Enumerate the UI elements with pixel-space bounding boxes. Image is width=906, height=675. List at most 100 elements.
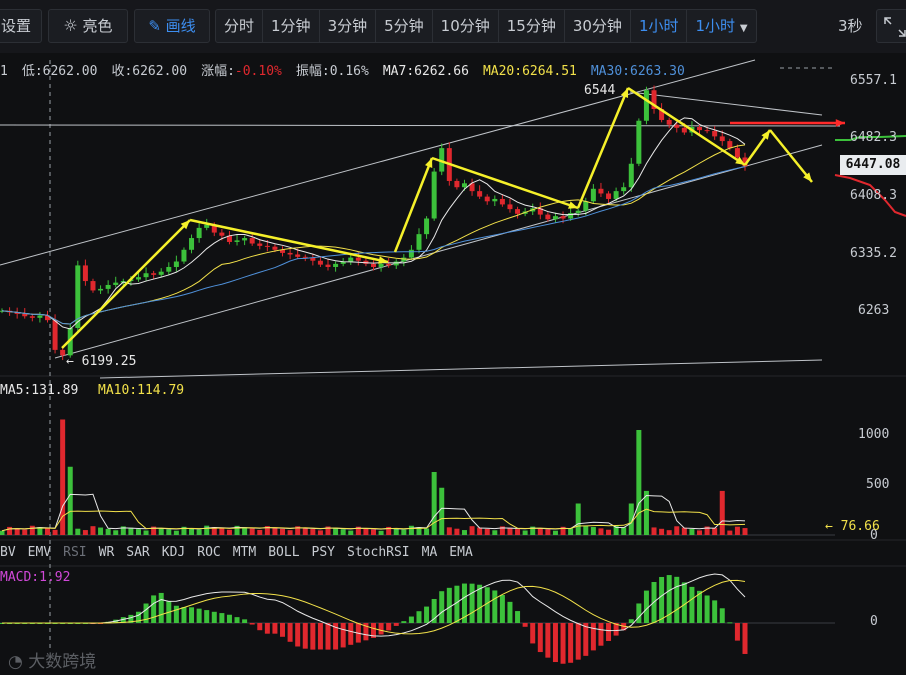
macd-histogram-bar: [446, 587, 452, 623]
tab-emv[interactable]: EMV: [28, 545, 51, 560]
candle-body: [151, 273, 157, 275]
watermark-logo-icon: ◔: [8, 652, 23, 672]
volume-bar: [712, 527, 718, 535]
macd-histogram-bar: [189, 607, 195, 623]
macd-histogram-bar: [704, 595, 710, 623]
chart-canvas[interactable]: [0, 0, 906, 675]
tab-kdj[interactable]: KDJ: [162, 545, 185, 560]
candle-body: [29, 316, 35, 318]
macd-histogram-bar: [515, 611, 521, 623]
macd-histogram-bar: [598, 623, 604, 646]
macd-histogram-bar: [378, 623, 384, 635]
volume-bar: [189, 528, 195, 535]
candle-body: [272, 246, 278, 250]
volume-bar: [310, 529, 316, 535]
volume-bar: [113, 530, 119, 535]
resistance-arrow-head: [835, 119, 845, 127]
volume-bar: [363, 528, 369, 535]
candle-body: [613, 191, 619, 199]
candle-body: [416, 234, 422, 250]
trend-arrow-head: [425, 158, 433, 168]
volume-bar: [681, 527, 687, 535]
candle-body: [325, 264, 331, 267]
volume-bar: [226, 529, 232, 535]
candle-body: [249, 238, 255, 244]
macd-histogram-bar: [295, 623, 301, 647]
volume-bar: [44, 528, 50, 535]
tab-ema[interactable]: EMA: [449, 545, 472, 560]
macd-histogram-bar: [628, 619, 634, 623]
macd-histogram-bar: [674, 576, 680, 623]
volume-bar: [371, 529, 376, 535]
macd-histogram-bar: [719, 608, 725, 623]
candle-body: [552, 216, 558, 220]
candle-body: [598, 188, 604, 194]
price-axis-label: 6482.3: [850, 130, 897, 145]
macd-axis-label: 0: [870, 614, 878, 629]
macd-histogram-bar: [181, 607, 187, 623]
macd-histogram-bar: [173, 605, 179, 623]
macd-histogram-bar: [590, 623, 596, 651]
candle-body: [371, 263, 376, 267]
macd-histogram-bar: [242, 619, 248, 623]
volume-bar: [60, 419, 66, 535]
tab-rsi[interactable]: RSI: [63, 545, 86, 560]
candle-body: [393, 261, 399, 266]
volume-bar: [7, 526, 13, 535]
volume-bar: [105, 528, 111, 535]
candle-body: [302, 256, 308, 258]
ma30-line: [1, 166, 746, 325]
volume-bar: [257, 529, 263, 535]
tab-roc[interactable]: ROC: [197, 545, 220, 560]
volume-bar: [461, 530, 467, 535]
macd-histogram-bar: [659, 576, 665, 623]
trend-arrow: [189, 218, 389, 264]
tab-boll[interactable]: BOLL: [268, 545, 299, 560]
candle-body: [568, 213, 574, 219]
candle-body: [681, 127, 687, 133]
tab-wr[interactable]: WR: [99, 545, 115, 560]
candle-body: [484, 196, 490, 202]
candle-body: [333, 263, 339, 267]
tab-stochrsi[interactable]: StochRSI: [347, 545, 410, 560]
volume-ma10: MA10:114.79: [98, 383, 185, 398]
macd-histogram-bar: [424, 606, 430, 623]
candle-body: [461, 183, 467, 188]
tab-ma[interactable]: MA: [422, 545, 438, 560]
volume-bar: [143, 530, 149, 535]
volume-bar: [287, 530, 293, 535]
macd-histogram-bar: [408, 616, 414, 623]
volume-bar: [659, 528, 665, 535]
volume-bar: [666, 530, 672, 535]
volume-bar: [333, 527, 339, 535]
candle-body: [378, 263, 384, 267]
volume-bar: [280, 528, 286, 535]
candle-body: [408, 249, 414, 258]
macd-histogram-bar: [689, 586, 695, 623]
tab-mtm[interactable]: MTM: [233, 545, 256, 560]
indicator-tabs: BV EMV RSI WR SAR KDJ ROC MTM BOLL PSY StochRSI MA E…: [0, 545, 485, 560]
price-axis-label: 6557.1: [850, 73, 897, 88]
macd-histogram-bar: [727, 622, 733, 624]
candle-body: [590, 188, 596, 202]
macd-histogram-bar: [492, 590, 498, 623]
candle-body: [143, 273, 149, 278]
volume-bar: [135, 529, 141, 535]
candle-body: [704, 130, 710, 132]
macd-histogram-bar: [545, 623, 551, 658]
candle-body: [317, 260, 323, 265]
candle-body: [219, 232, 225, 236]
volume-bar: [90, 526, 96, 535]
tab-bv[interactable]: BV: [0, 545, 16, 560]
macd-histogram-bar: [537, 623, 543, 653]
tab-psy[interactable]: PSY: [312, 545, 335, 560]
candle-body: [674, 124, 680, 128]
volume-bar: [742, 528, 748, 535]
high-annotation: 6544: [584, 83, 616, 98]
volume-axis-label: 1000: [858, 427, 890, 442]
volume-bar: [484, 528, 490, 535]
macd-histogram-bar: [158, 592, 164, 623]
candle-body: [105, 284, 111, 289]
macd-histogram-bar: [211, 611, 217, 623]
tab-sar[interactable]: SAR: [126, 545, 149, 560]
